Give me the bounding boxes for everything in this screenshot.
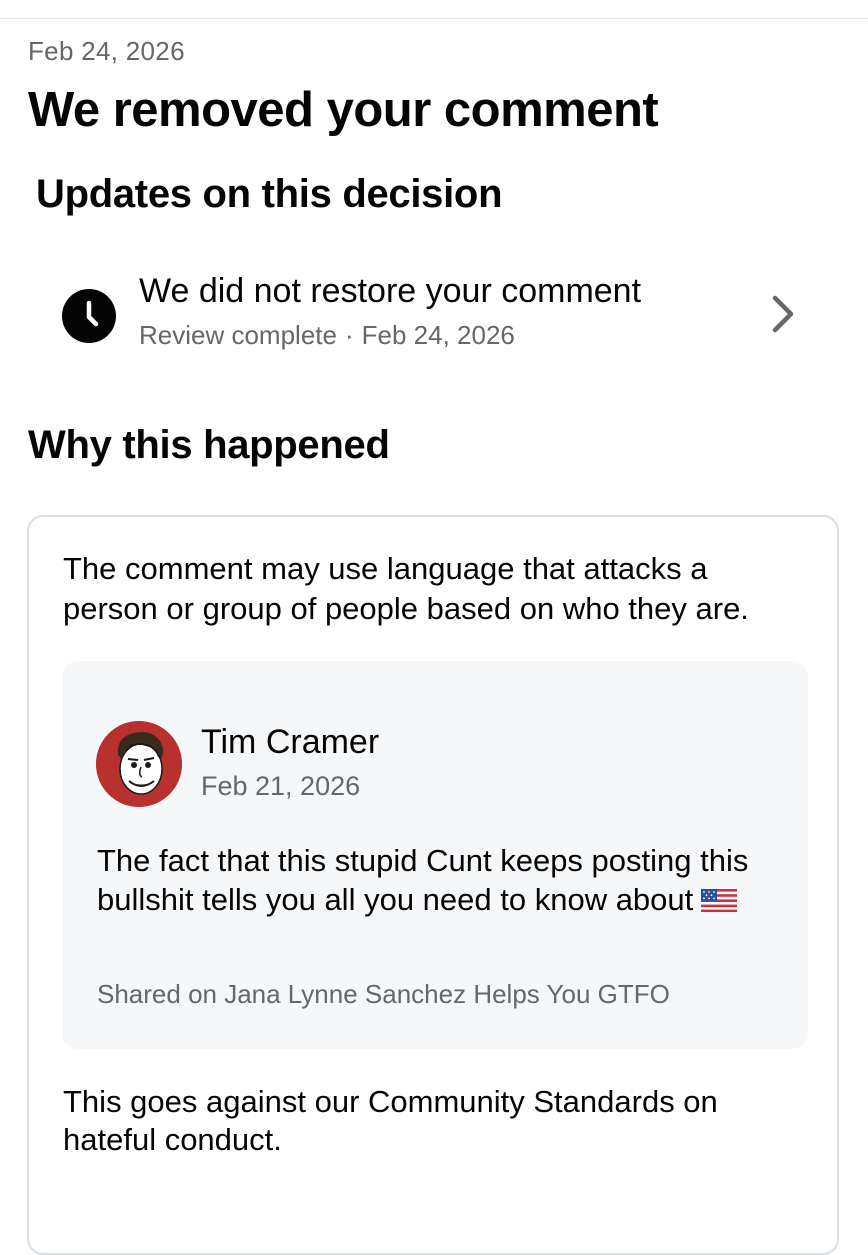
caricature-avatar-image <box>96 721 182 807</box>
comment-author-name: Tim Cramer <box>201 723 380 761</box>
community-standards-text: This goes against our Community Standard… <box>63 1084 718 1157</box>
separator-dot: · <box>344 320 354 350</box>
clock-icon <box>62 289 116 343</box>
chevron-right-icon[interactable] <box>768 292 798 336</box>
reason-text: The comment may use language that attack… <box>63 551 749 626</box>
top-divider <box>0 18 868 19</box>
comment-body: The fact that this stupid Cunt keeps pos… <box>97 841 787 919</box>
reason-card: The comment may use language that attack… <box>27 515 839 1255</box>
update-title: We did not restore your comment <box>139 272 642 310</box>
notice-date: Feb 24, 2026 <box>28 36 185 66</box>
avatar <box>96 721 182 807</box>
comment-text: The fact that this stupid Cunt keeps pos… <box>97 843 749 917</box>
removed-comment-card: Tim Cramer Feb 21, 2026 The fact that th… <box>62 661 808 1049</box>
comment-date: Feb 21, 2026 <box>201 771 361 801</box>
us-flag-icon <box>701 889 738 912</box>
page-title: We removed your comment <box>28 83 659 137</box>
shared-on-text: Shared on Jana Lynne Sanchez Helps You G… <box>97 979 670 1009</box>
update-subtitle: Review complete · Feb 24, 2026 <box>139 320 515 351</box>
why-section-title: Why this happened <box>28 423 390 467</box>
update-date: Feb 24, 2026 <box>361 320 515 350</box>
decision-update-item[interactable]: We did not restore your comment Review c… <box>0 258 868 368</box>
update-status: Review complete <box>139 320 337 350</box>
updates-section-title: Updates on this decision <box>36 172 503 216</box>
